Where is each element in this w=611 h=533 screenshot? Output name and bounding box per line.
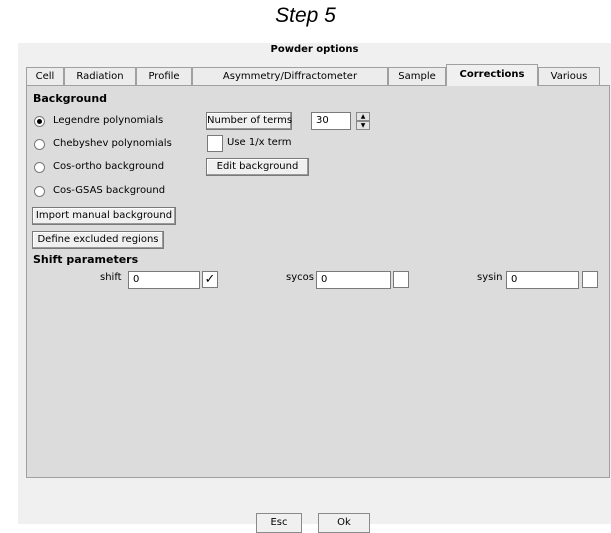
spin-down-icon[interactable]: ▼ [356,121,370,130]
radio-legendre-label: Legendre polynomials [53,115,164,126]
tab-cell[interactable]: Cell [26,67,64,85]
tab-bar: Cell Radiation Profile Asymmetry/Diffrac… [18,64,611,86]
sysin-input[interactable]: 0 [506,271,579,289]
tab-corrections[interactable]: Corrections [446,64,538,86]
sysin-label: sysin [477,272,503,283]
checkmark-icon: ✓ [204,272,216,287]
use-1x-label: Use 1/x term [227,137,292,148]
shift-parameters-heading: Shift parameters [33,253,139,266]
define-excluded-regions-button[interactable]: Define excluded regions [32,231,164,249]
radio-cos-gsas-label: Cos-GSAS background [53,185,166,196]
step-title: Step 5 [275,4,336,27]
number-of-terms-spinner[interactable]: ▲ ▼ [356,112,370,130]
powder-options-window: Powder options Cell Radiation Profile As… [18,43,611,533]
radio-legendre[interactable] [34,116,45,127]
tab-asymmetry-diffractometer[interactable]: Asymmetry/Diffractometer [192,67,388,85]
corrections-panel: Background Legendre polynomials Chebyshe… [26,85,610,478]
radio-chebyshev-label: Chebyshev polynomials [53,138,172,149]
tab-sample[interactable]: Sample [388,67,446,85]
sycos-input[interactable]: 0 [316,271,391,289]
ok-button[interactable]: Ok [318,513,370,533]
radio-cos-ortho[interactable] [34,162,45,173]
window-title: Powder options [270,44,359,55]
shift-input[interactable]: 0 [128,271,200,289]
tab-profile[interactable]: Profile [136,67,192,85]
use-1x-checkbox[interactable] [207,135,223,152]
tab-radiation[interactable]: Radiation [64,67,136,85]
radio-cos-ortho-label: Cos-ortho background [53,161,165,172]
edit-background-button[interactable]: Edit background [206,158,309,176]
tab-various[interactable]: Various [538,67,600,85]
spin-up-icon[interactable]: ▲ [356,112,370,121]
esc-button[interactable]: Esc [256,513,302,533]
shift-refine-checkbox[interactable]: ✓ [202,271,218,288]
import-manual-background-button[interactable]: Import manual background [32,207,176,225]
radio-cos-gsas[interactable] [34,186,45,197]
sycos-refine-checkbox[interactable] [393,271,409,288]
number-of-terms-input[interactable]: 30 [311,112,351,130]
sysin-refine-checkbox[interactable] [582,271,598,288]
number-of-terms-label: Number of terms [206,112,292,130]
sycos-label: sycos [286,272,314,283]
shift-label: shift [100,272,122,283]
background-heading: Background [33,92,108,105]
radio-chebyshev[interactable] [34,139,45,150]
